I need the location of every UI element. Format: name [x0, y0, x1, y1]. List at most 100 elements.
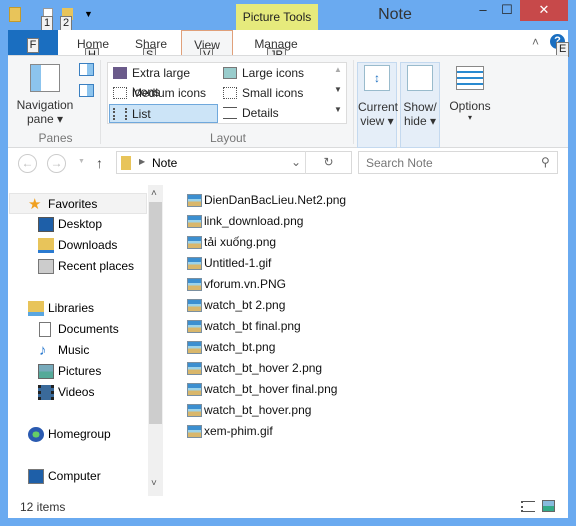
nav-pictures[interactable]: Pictures — [8, 361, 148, 382]
image-file-icon — [187, 404, 202, 417]
file-name: vforum.vn.PNG — [204, 277, 287, 291]
folder-icon — [9, 7, 21, 22]
show-hide-button[interactable]: Show/ hide ▾ — [400, 62, 440, 148]
minimize-button[interactable]: – — [472, 0, 494, 21]
preview-pane-icon[interactable] — [79, 63, 94, 76]
navigation-pane-label2: pane ▾ — [26, 112, 64, 126]
gallery-scroll-down[interactable]: ▼ — [334, 85, 342, 94]
nav-videos[interactable]: Videos — [8, 382, 148, 403]
options-button[interactable]: Options ▾ — [445, 62, 495, 132]
search-input[interactable]: Search Note ⚲ — [358, 151, 558, 174]
nav-label: Favorites — [48, 197, 98, 211]
file-item[interactable]: watch_bt_hover final.png — [187, 379, 337, 400]
file-item[interactable]: tải xuống.png — [187, 232, 276, 253]
nav-label: Music — [58, 343, 90, 357]
file-item[interactable]: vforum.vn.PNG — [187, 274, 286, 295]
collapse-ribbon-icon[interactable]: ˄ — [532, 35, 539, 49]
scrollbar-thumb[interactable] — [149, 202, 162, 424]
nav-computer[interactable]: Computer — [8, 466, 148, 487]
content-area: ★ Favorites Desktop Downloads Recent plac… — [8, 185, 568, 496]
image-file-icon — [187, 236, 202, 249]
scroll-up-arrow[interactable]: ˄ — [151, 188, 157, 199]
details-pane-icon[interactable] — [79, 84, 94, 97]
nav-downloads[interactable]: Downloads — [8, 235, 148, 256]
layout-extra-large-icons[interactable]: Extra large icons — [110, 64, 218, 99]
current-view-button-main[interactable]: ↕ Current view ▾ — [357, 62, 398, 148]
file-name: tải xuống.png — [204, 235, 277, 249]
file-name: watch_bt final.png — [204, 319, 301, 333]
nav-music[interactable]: ♪ Music — [8, 340, 148, 361]
file-item[interactable]: xem-phim.gif — [187, 421, 273, 442]
desktop-icon — [38, 217, 54, 232]
nav-libraries[interactable]: Libraries — [8, 298, 148, 319]
documents-icon — [39, 322, 51, 337]
options-label2: ▾ — [467, 113, 472, 122]
layout-medium-icons[interactable]: Medium icons — [110, 84, 218, 103]
panes-group-label: Panes — [38, 131, 73, 145]
file-item[interactable]: watch_bt_hover.png — [187, 400, 311, 421]
large-icons-icon — [223, 67, 237, 79]
image-file-icon — [187, 383, 202, 396]
item-count: 12 items — [20, 500, 66, 514]
back-button[interactable]: ← — [18, 154, 37, 173]
up-button[interactable]: ↑ — [96, 155, 103, 171]
nav-favorites[interactable]: ★ Favorites — [9, 193, 147, 214]
homegroup-icon — [28, 427, 44, 442]
file-item[interactable]: watch_bt.png — [187, 337, 275, 358]
search-placeholder: Search Note — [366, 156, 433, 170]
large-icons-view-icon[interactable] — [542, 500, 555, 512]
list-icon — [113, 108, 127, 120]
layout-gallery: Extra large icons Large icons Medium ico… — [107, 62, 347, 124]
address-dropdown-icon[interactable]: ⌄ — [291, 155, 301, 169]
nav-label: Computer — [48, 469, 101, 483]
layout-small-icons[interactable]: Small icons — [220, 84, 328, 103]
customize-qat-icon[interactable]: ▼ — [84, 9, 93, 19]
navigation-pane-icon — [30, 64, 60, 92]
maximize-button[interactable]: ☐ — [496, 0, 518, 21]
image-file-icon — [187, 194, 202, 207]
gallery-scroll-up[interactable]: ▲ — [334, 65, 342, 74]
layout-list[interactable]: List — [109, 104, 218, 123]
keytip-1: 1 — [41, 16, 54, 31]
refresh-button[interactable]: ↻ — [305, 151, 351, 174]
layout-details[interactable]: Details — [220, 104, 328, 123]
breadcrumb-note[interactable]: Note — [152, 156, 177, 170]
file-item[interactable]: watch_bt final.png — [187, 316, 301, 337]
nav-desktop[interactable]: Desktop — [8, 214, 148, 235]
close-button[interactable]: ✕ — [520, 0, 568, 21]
navigation-pane-label: Navigation — [16, 98, 74, 112]
file-item[interactable]: DienDanBacLieu.Net2.png — [187, 190, 346, 211]
recent-locations-icon[interactable]: ▼ — [78, 158, 85, 165]
nav-label: Homegroup — [48, 427, 111, 441]
nav-recent-places[interactable]: Recent places — [8, 256, 148, 277]
nav-documents[interactable]: Documents — [8, 319, 148, 340]
file-item[interactable]: link_download.png — [187, 211, 303, 232]
file-item[interactable]: watch_bt 2.png — [187, 295, 285, 316]
nav-homegroup[interactable]: Homegroup — [8, 424, 148, 445]
address-input[interactable]: ▶ Note ⌄ ↻ — [116, 151, 352, 174]
folder-icon — [121, 156, 131, 170]
tab-file[interactable]: F — [8, 30, 58, 55]
forward-button[interactable]: → — [47, 154, 66, 173]
scroll-down-arrow[interactable]: ˅ — [151, 478, 157, 489]
layout-large-icons[interactable]: Large icons — [220, 64, 328, 83]
star-icon: ★ — [28, 196, 42, 213]
extra-large-icons-icon — [113, 67, 127, 79]
file-name: watch_bt_hover final.png — [204, 382, 338, 396]
layout-label: Details — [242, 106, 279, 120]
details-view-icon[interactable] — [521, 501, 535, 512]
nav-scrollbar[interactable]: ˄ ˅ — [148, 185, 163, 496]
show-hide-label2: hide ▾ — [403, 114, 437, 128]
current-view-label2: view ▾ — [360, 114, 394, 128]
options-label: Options — [449, 99, 491, 113]
file-item[interactable]: watch_bt_hover 2.png — [187, 358, 322, 379]
navigation-pane-button[interactable]: Navigation pane ▾ — [12, 60, 78, 128]
status-bar: 12 items — [8, 496, 568, 518]
file-name: watch_bt 2.png — [204, 298, 286, 312]
file-item[interactable]: Untitled-1.gif — [187, 253, 271, 274]
gallery-more[interactable]: ▼ — [334, 105, 342, 114]
nav-label: Desktop — [58, 217, 103, 231]
nav-label: Documents — [58, 322, 119, 336]
show-hide-icon — [407, 65, 433, 91]
search-icon: ⚲ — [541, 155, 550, 169]
